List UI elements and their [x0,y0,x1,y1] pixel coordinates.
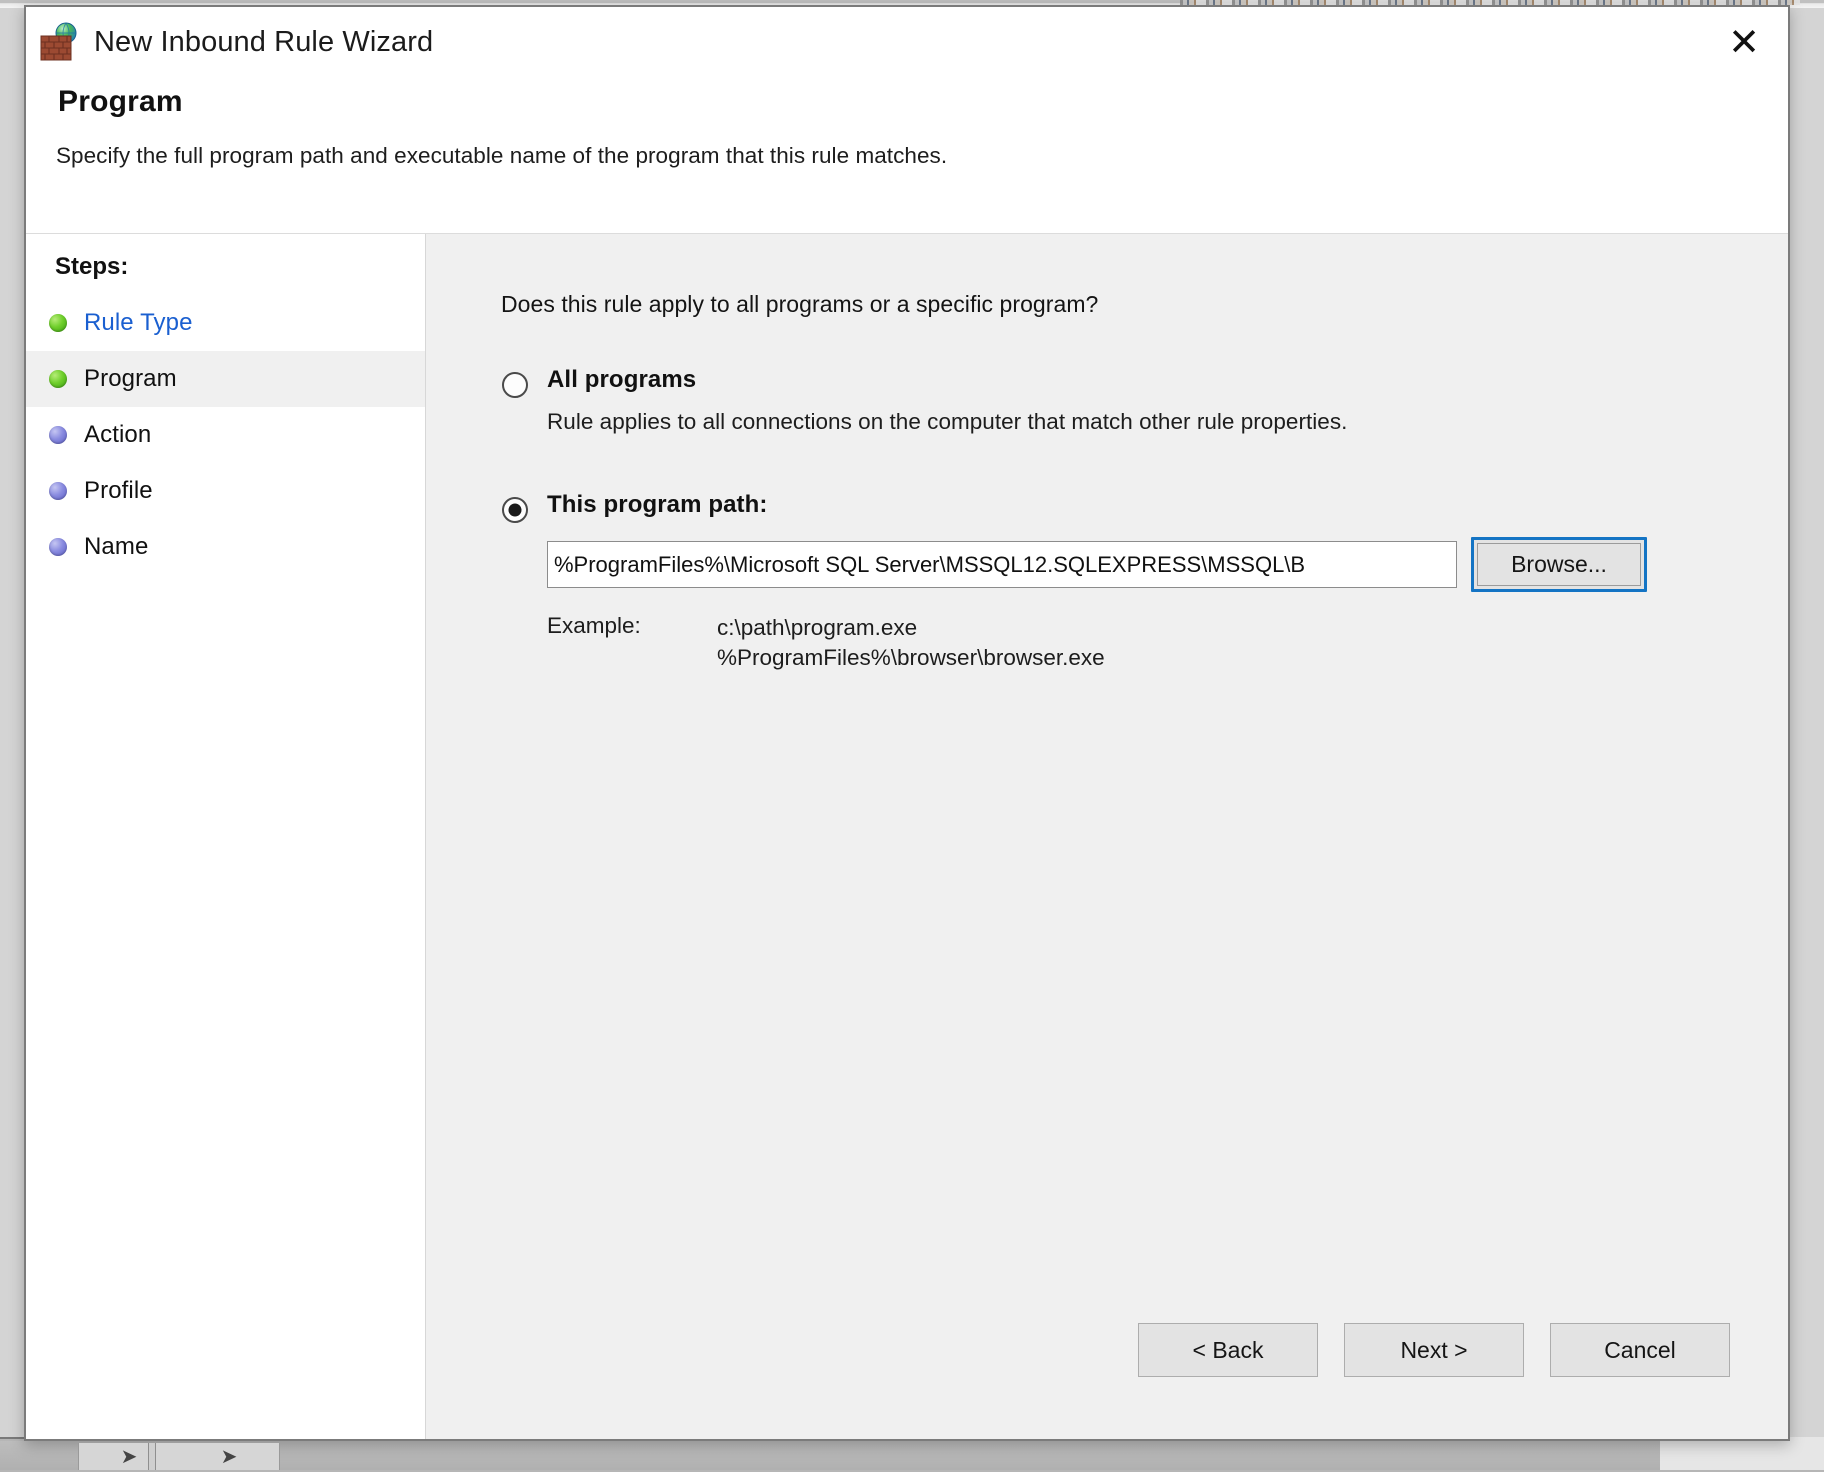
step-bullet-pending-icon [49,538,67,556]
sidebar-item-label: Profile [84,477,153,505]
window-title: New Inbound Rule Wizard [94,26,433,59]
program-path-block: Browse... Example: c:\path\program.exe %… [502,537,1788,673]
wizard-header: New Inbound Rule Wizard ✕ Program Specif… [26,7,1788,234]
example-line-1: c:\path\program.exe [717,613,1105,643]
sidebar-item-profile[interactable]: Profile [26,463,425,519]
sidebar-item-action[interactable]: Action [26,407,425,463]
sidebar-item-name[interactable]: Name [26,519,425,575]
example-label: Example: [547,613,717,673]
scroll-right-arrow-icon[interactable]: ➤ [221,1447,238,1467]
background-scroll-divider [148,1443,156,1470]
step-bullet-pending-icon [49,482,67,500]
sidebar-item-label: Action [84,421,151,449]
step-bullet-done-icon [49,370,67,388]
sidebar-item-program[interactable]: Program [26,351,425,407]
back-button[interactable]: < Back [1138,1323,1318,1377]
sidebar-item-rule-type[interactable]: Rule Type [26,295,425,351]
option-this-program-path[interactable]: This program path: Browse... Example: [502,491,1788,673]
option-all-programs[interactable]: All programs Rule applies to all connect… [502,366,1788,435]
content-question: Does this rule apply to all programs or … [426,234,1788,318]
firewall-globe-icon [38,22,80,62]
steps-heading: Steps: [26,237,425,295]
content-pane: Does this rule apply to all programs or … [426,234,1788,1439]
sidebar-item-label: Program [84,365,177,393]
program-scope-radio-group: All programs Rule applies to all connect… [426,318,1788,673]
wizard-body: Steps: Rule Type Program Action Profile … [26,234,1788,1439]
sidebar-item-label: Name [84,533,148,561]
next-button[interactable]: Next > [1344,1323,1524,1377]
wizard-titlebar: New Inbound Rule Wizard [26,7,1788,59]
example-block: Example: c:\path\program.exe %ProgramFil… [547,613,1788,673]
all-programs-label: All programs [547,366,696,394]
this-program-path-radio[interactable] [502,497,528,523]
steps-sidebar: Steps: Rule Type Program Action Profile … [26,234,426,1439]
cancel-button[interactable]: Cancel [1550,1323,1730,1377]
page-subtitle: Specify the full program path and execut… [26,119,1788,169]
all-programs-description: Rule applies to all connections on the c… [502,409,1788,435]
all-programs-radio[interactable] [502,372,528,398]
step-bullet-done-icon [49,314,67,332]
this-program-path-label: This program path: [547,491,767,519]
browse-button-focus-ring: Browse... [1471,537,1647,592]
example-lines: c:\path\program.exe %ProgramFiles%\brows… [717,613,1105,673]
program-path-input[interactable] [547,541,1457,588]
example-line-2: %ProgramFiles%\browser\browser.exe [717,643,1105,673]
close-icon[interactable]: ✕ [1718,17,1770,69]
new-inbound-rule-wizard-dialog: New Inbound Rule Wizard ✕ Program Specif… [24,5,1790,1441]
wizard-footer: < Back Next > Cancel [1138,1323,1730,1377]
page-title: Program [26,59,1788,119]
browse-button[interactable]: Browse... [1477,543,1641,586]
scroll-left-arrow-icon[interactable]: ➤ [121,1447,138,1467]
sidebar-item-label: Rule Type [84,309,193,337]
background-scroll-arrows[interactable]: ➤ ➤ [78,1443,280,1470]
step-bullet-pending-icon [49,426,67,444]
background-bottom-right-pane [1660,1437,1824,1470]
